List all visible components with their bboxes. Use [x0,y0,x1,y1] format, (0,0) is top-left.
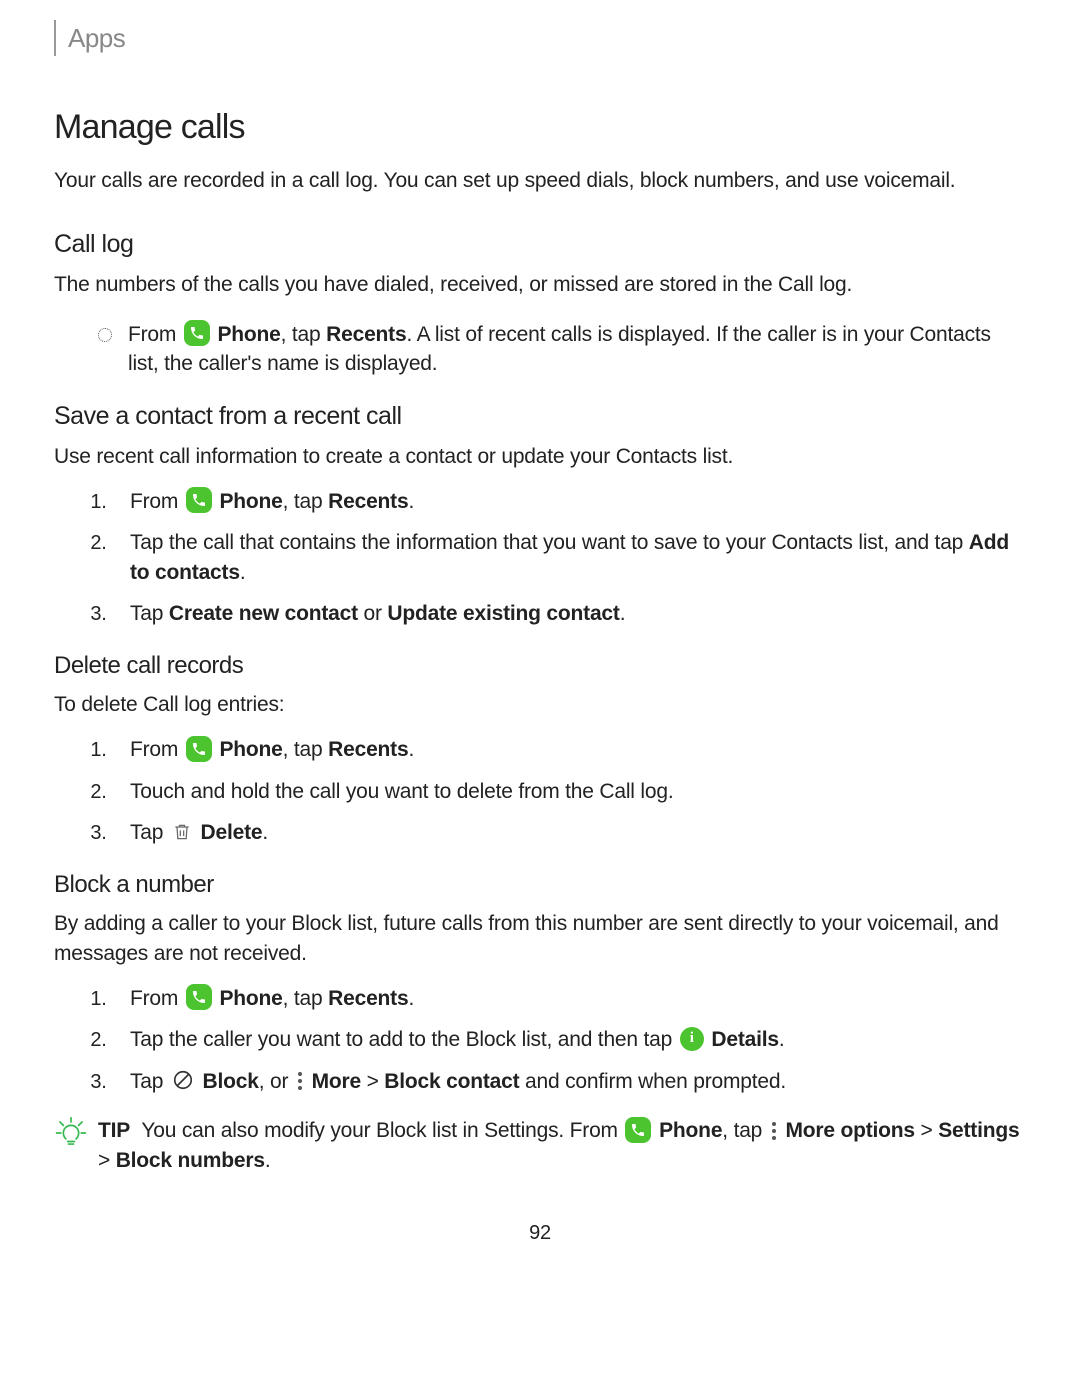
phone-icon [186,984,212,1010]
phone-icon [186,487,212,513]
text: . [262,821,268,844]
save-contact-steps: From Phone, tap Recents. Tap the call th… [54,487,1026,629]
more-options-label: More options [785,1119,914,1142]
text: From [130,987,184,1010]
bold-text: Create new contact [169,602,358,625]
recents-label: Recents [326,323,406,346]
text: . [240,561,246,584]
list-item: Tap the caller you want to add to the Bl… [112,1025,1026,1054]
text: Tap [130,821,169,844]
page-title: Manage calls [54,104,1026,152]
phone-label: Phone [219,738,282,761]
list-item: Tap Block, or More > Block contact and c… [112,1067,1026,1096]
block-icon [171,1068,195,1092]
text: , or [259,1070,294,1093]
text: and confirm when prompted. [519,1070,786,1093]
list-item: From Phone, tap Recents. A list of recen… [98,320,1026,379]
intro-text: Your calls are recorded in a call log. Y… [54,166,1026,195]
text: . [408,738,414,761]
list-item: From Phone, tap Recents. [112,984,1026,1013]
phone-label: Phone [217,323,280,346]
text: . [620,602,626,625]
text: > [915,1119,938,1142]
more-icon [298,1072,302,1090]
text: . [265,1149,271,1172]
block-number-desc: By adding a caller to your Block list, f… [54,909,1026,968]
delete-records-desc: To delete Call log entries: [54,690,1026,719]
recents-label: Recents [328,987,408,1010]
trash-icon [171,820,193,844]
save-contact-desc: Use recent call information to create a … [54,442,1026,471]
phone-label: Phone [219,987,282,1010]
heading-delete-records: Delete call records [54,649,1026,683]
phone-icon [186,736,212,762]
call-log-bullet: From Phone, tap Recents. A list of recen… [54,320,1026,379]
block-label: Block [203,1070,259,1093]
phone-label: Phone [659,1119,722,1142]
call-log-desc: The numbers of the calls you have dialed… [54,270,1026,299]
list-item: Touch and hold the call you want to dele… [112,777,1026,806]
text: Tap [130,1070,169,1093]
text: From [130,738,184,761]
block-numbers-label: Block numbers [116,1149,265,1172]
delete-label: Delete [201,821,263,844]
text: , tap [722,1119,768,1142]
text: or [358,602,388,625]
text: , tap [281,323,327,346]
text: > [98,1149,116,1172]
phone-label: Phone [219,490,282,513]
bold-text: Update existing contact [387,602,619,625]
block-number-steps: From Phone, tap Recents. Tap the caller … [54,984,1026,1096]
text: > [361,1070,384,1093]
text: , tap [283,738,329,761]
info-icon: i [680,1027,704,1051]
heading-save-contact: Save a contact from a recent call [54,399,1026,434]
more-icon [772,1122,776,1140]
text: You can also modify your Block list in S… [141,1119,623,1142]
text: , tap [283,490,329,513]
list-item: Tap the call that contains the informati… [112,528,1026,587]
phone-icon [625,1117,651,1143]
text: Tap the call that contains the informati… [130,531,969,554]
text: , tap [283,987,329,1010]
settings-label: Settings [938,1119,1019,1142]
list-item: Tap Create new contact or Update existin… [112,599,1026,628]
delete-records-steps: From Phone, tap Recents. Touch and hold … [54,735,1026,847]
text: From [128,323,182,346]
breadcrumb: Apps [54,20,1026,56]
lightbulb-icon [54,1116,88,1150]
recents-label: Recents [328,490,408,513]
phone-icon [184,320,210,346]
text: Tap [130,602,169,625]
details-label: Details [711,1028,778,1051]
list-item: Tap Delete. [112,818,1026,847]
more-label: More [312,1070,361,1093]
heading-call-log: Call log [54,227,1026,262]
list-item: From Phone, tap Recents. [112,487,1026,516]
tip-label: TIP [98,1119,130,1142]
block-contact-label: Block contact [384,1070,519,1093]
text: . [408,987,414,1010]
list-item: From Phone, tap Recents. [112,735,1026,764]
page-number: 92 [54,1219,1026,1247]
text: . [408,490,414,513]
text: From [130,490,184,513]
text: . [779,1028,785,1051]
tip-block: TIP You can also modify your Block list … [54,1116,1026,1175]
recents-label: Recents [328,738,408,761]
heading-block-number: Block a number [54,868,1026,902]
text: Tap the caller you want to add to the Bl… [130,1028,678,1051]
